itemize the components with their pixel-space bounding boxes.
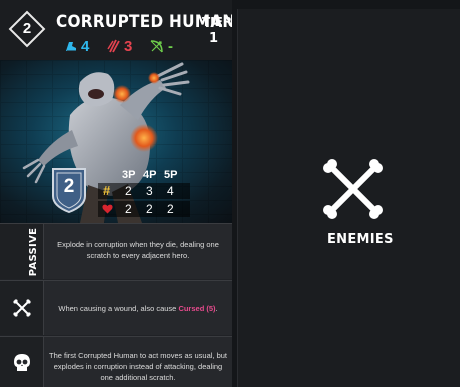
tier-value: 1 bbox=[209, 31, 219, 46]
enemies-label: ENEMIES bbox=[327, 232, 394, 247]
crossed-bones-icon bbox=[13, 299, 31, 317]
ability-passive: PASSIVE Explode in corruption when they … bbox=[0, 223, 232, 279]
row-heart-5p: 2 bbox=[167, 202, 174, 216]
card-header: 2 CORRUPTED HUMAN TIER 1 4 3 - bbox=[0, 0, 232, 60]
row-hash-3p: 2 bbox=[125, 184, 132, 198]
ability-text: When causing a wound, also cause Cursed … bbox=[58, 304, 218, 313]
row-hash-5p: 4 bbox=[167, 184, 174, 198]
tier-label: TIER bbox=[202, 15, 232, 29]
row-heart-4p: 2 bbox=[146, 202, 153, 216]
ability-label: PASSIVE bbox=[0, 224, 44, 279]
ability-first-act: The first Corrupted Human to act moves a… bbox=[0, 336, 232, 387]
defense-value: 2 bbox=[63, 176, 75, 197]
claw-scratch-icon bbox=[107, 39, 120, 53]
bow-icon bbox=[150, 40, 163, 53]
stat-move: 4 bbox=[64, 37, 89, 55]
ability-label bbox=[0, 281, 44, 335]
row-hash-4p: 3 bbox=[146, 184, 153, 198]
ability-text: Explode in corruption when they die, dea… bbox=[57, 240, 219, 260]
ability-wound: When causing a wound, also cause Cursed … bbox=[0, 280, 232, 335]
stat-ranged: - bbox=[149, 37, 173, 55]
move-value: 4 bbox=[81, 37, 90, 55]
hash-icon: # bbox=[103, 183, 111, 198]
cursed-keyword: Cursed (5) bbox=[178, 304, 216, 313]
passive-label: PASSIVE bbox=[27, 227, 39, 276]
ability-text: The first Corrupted Human to act moves a… bbox=[49, 351, 227, 382]
heart-icon bbox=[102, 204, 113, 214]
level-number: 2 bbox=[22, 20, 32, 37]
abilities-section: PASSIVE Explode in corruption when they … bbox=[0, 223, 232, 387]
table-row bbox=[98, 183, 190, 199]
stat-melee: 3 bbox=[107, 37, 132, 55]
skull-icon bbox=[14, 354, 30, 371]
row-heart-3p: 2 bbox=[125, 202, 132, 216]
player-count-5: 5P bbox=[164, 169, 178, 181]
melee-value: 3 bbox=[124, 37, 133, 55]
move-boot-icon bbox=[66, 42, 76, 52]
player-count-3: 3P bbox=[122, 169, 136, 181]
crossed-bones-icon bbox=[323, 159, 383, 219]
player-count-4: 4P bbox=[143, 169, 157, 181]
enemy-card[interactable]: 2 CORRUPTED HUMAN TIER 1 4 3 - 2 3P 4P 5… bbox=[0, 0, 232, 387]
ability-label bbox=[0, 337, 44, 387]
ranged-value: - bbox=[168, 37, 173, 55]
